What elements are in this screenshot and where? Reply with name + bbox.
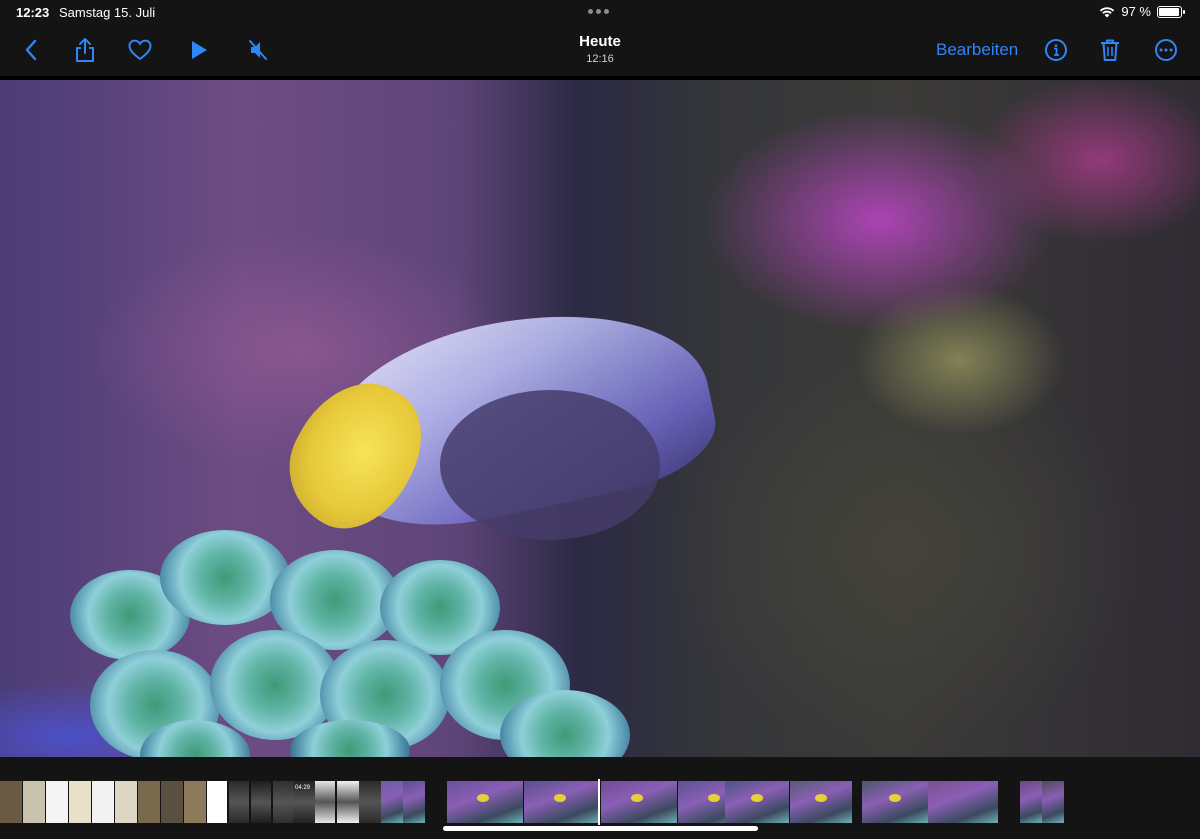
filmstrip-thumbnail[interactable] — [184, 781, 206, 823]
delete-button[interactable] — [1095, 36, 1125, 64]
filmstrip-thumbnail[interactable] — [359, 781, 381, 823]
filmstrip-thumbnail[interactable] — [229, 781, 249, 823]
filmstrip-thumbnail[interactable] — [524, 781, 600, 823]
filmstrip-playhead[interactable] — [598, 779, 600, 825]
filmstrip[interactable]: 04:29 — [0, 781, 1200, 823]
filmstrip-thumbnail[interactable] — [790, 781, 852, 823]
green-coral — [40, 530, 660, 757]
rock-shadow — [440, 390, 660, 540]
nav-title: Heute 12:16 — [500, 33, 700, 65]
filmstrip-thumbnail[interactable] — [0, 781, 22, 823]
status-indicators: 97 % — [1099, 4, 1185, 19]
info-button[interactable] — [1041, 36, 1071, 64]
navigation-bar: Heute 12:16 Bearbeiten — [0, 24, 1200, 76]
filmstrip-thumbnail[interactable] — [251, 781, 271, 823]
info-icon — [1045, 39, 1067, 61]
filmstrip-thumbnail[interactable] — [46, 781, 68, 823]
page-title: Heute — [579, 33, 621, 50]
filmstrip-thumbnail[interactable] — [601, 781, 677, 823]
filmstrip-thumbnail[interactable] — [23, 781, 45, 823]
mute-button[interactable] — [243, 36, 273, 64]
status-bar: 12:23 Samstag 15. Juli 97 % — [0, 0, 1200, 24]
favorite-button[interactable] — [125, 36, 155, 64]
thumbnail-fish — [750, 793, 763, 802]
filmstrip-thumbnail[interactable] — [725, 781, 789, 823]
heart-icon — [128, 39, 152, 61]
filmstrip-thumbnail[interactable] — [138, 781, 160, 823]
filmstrip-thumbnail[interactable] — [69, 781, 91, 823]
play-button[interactable] — [184, 36, 214, 64]
muted-speaker-icon — [249, 40, 267, 60]
status-time: 12:23 — [16, 5, 50, 20]
filmstrip-thumbnail[interactable] — [115, 781, 137, 823]
filmstrip-thumbnail[interactable] — [92, 781, 114, 823]
home-indicator[interactable] — [443, 826, 758, 831]
status-date: Samstag 15. Juli — [59, 5, 156, 20]
thumbnail-fish — [631, 793, 644, 802]
filmstrip-thumbnail[interactable] — [1042, 781, 1064, 823]
filmstrip-thumbnail[interactable]: 04:29 — [293, 781, 315, 823]
thumbnail-time-label: 04:29 — [295, 785, 311, 791]
trash-icon — [1101, 39, 1119, 61]
filmstrip-thumbnail[interactable] — [403, 781, 425, 823]
more-icon — [1155, 39, 1177, 61]
share-button[interactable] — [70, 36, 100, 64]
multitasking-dots-icon[interactable] — [588, 9, 609, 14]
filmstrip-thumbnail[interactable] — [161, 781, 183, 823]
share-icon — [76, 38, 94, 62]
thumbnail-fish — [889, 793, 902, 802]
battery-icon — [1157, 5, 1185, 18]
page-subtitle-time: 12:16 — [586, 53, 614, 65]
edit-button[interactable]: Bearbeiten — [936, 40, 1018, 60]
thumbnail-fish — [708, 793, 721, 802]
play-icon — [192, 41, 207, 59]
thumbnail-fish — [477, 793, 490, 802]
filmstrip-thumbnail[interactable] — [337, 781, 359, 823]
filmstrip-thumbnail[interactable] — [928, 781, 998, 823]
filmstrip-thumbnail[interactable] — [862, 781, 930, 823]
filmstrip-thumbnail[interactable] — [447, 781, 523, 823]
filmstrip-thumbnail[interactable] — [381, 781, 403, 823]
filmstrip-thumbnail[interactable] — [1020, 781, 1042, 823]
thumbnail-fish — [554, 793, 567, 802]
filmstrip-thumbnail[interactable] — [273, 781, 293, 823]
more-button[interactable] — [1151, 36, 1181, 64]
thumbnail-fish — [814, 793, 827, 802]
back-button[interactable] — [16, 36, 46, 64]
filmstrip-thumbnail[interactable] — [207, 781, 227, 823]
battery-percent: 97 % — [1121, 4, 1151, 19]
wifi-icon — [1100, 6, 1115, 17]
filmstrip-thumbnail[interactable] — [315, 781, 335, 823]
back-chevron-icon — [25, 39, 37, 61]
video-frame-aquarium[interactable] — [0, 80, 1200, 757]
